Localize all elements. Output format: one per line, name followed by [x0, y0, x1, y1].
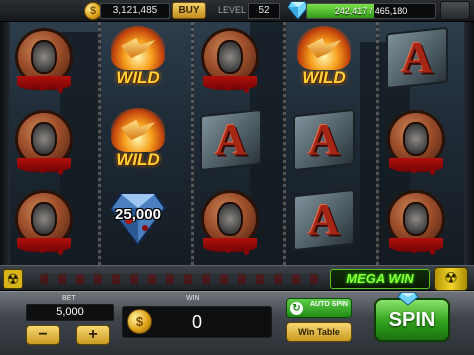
- symbol-metal-a: A: [196, 108, 266, 174]
- bet-value: 5,000: [26, 304, 114, 321]
- symbol-letter: A: [215, 115, 247, 164]
- blood-drip: [430, 246, 435, 255]
- control-panel: BET 5,000 − + WIN 0 $ ↻ AUTO SPIN Win Ta…: [0, 291, 474, 355]
- blood-drip: [226, 84, 231, 91]
- symbol-hole: [31, 202, 57, 236]
- blood-drip: [24, 84, 29, 89]
- blood-drip: [40, 84, 45, 91]
- radiation-barrel-icon: ☢: [434, 267, 468, 291]
- wild-label: WILD: [116, 68, 160, 87]
- wild-label: WILD: [116, 150, 160, 169]
- blood-drip: [58, 166, 63, 175]
- blood-drip: [412, 166, 417, 173]
- symbol-letter: A: [401, 33, 433, 82]
- symbol-diamond-prize: 25,000: [103, 188, 173, 254]
- barbed-wire: [98, 22, 101, 265]
- symbol-hole: [217, 40, 243, 74]
- symbol-metal-a: A: [289, 188, 359, 254]
- symbol-bloody-o: [382, 188, 452, 255]
- level-label: LEVEL: [218, 5, 247, 15]
- blood-drip: [210, 246, 215, 251]
- symbol-bloody-o: [10, 188, 80, 255]
- symbol-wild: WILD: [103, 26, 173, 92]
- blood-drip: [210, 84, 215, 89]
- blood-drip: [244, 84, 249, 93]
- symbol-hole: [217, 202, 243, 236]
- mega-win-banner: MEGA WIN: [330, 269, 430, 289]
- blood-drip: [412, 246, 417, 253]
- buy-button[interactable]: BUY: [172, 2, 206, 19]
- symbol-bloody-o: [382, 108, 452, 175]
- symbol-bloody-o: [10, 26, 80, 93]
- symbol-bloody-o: [10, 108, 80, 175]
- symbol-letter: A: [308, 195, 340, 244]
- refresh-icon: ↻: [290, 302, 303, 315]
- blood-drip: [226, 246, 231, 253]
- blood-drip: [24, 246, 29, 251]
- blood-drip: [24, 166, 29, 171]
- top-bar: $ 3,121,485 BUY LEVEL 52 242,417 / 465,1…: [0, 0, 474, 22]
- symbol-wild: WILD: [289, 26, 359, 92]
- blood-drip: [58, 246, 63, 255]
- symbol-letter: A: [308, 115, 340, 164]
- blood-decoration: [40, 274, 320, 284]
- level-value: 52: [248, 3, 280, 19]
- reel-area: WILD WILD A WILD A A 25,000 A: [0, 22, 474, 265]
- blood-drip: [430, 166, 435, 175]
- barbed-wire: [376, 22, 379, 265]
- blood-drip: [40, 246, 45, 253]
- bet-decrease-button[interactable]: −: [26, 325, 60, 345]
- blood-drip: [58, 84, 63, 93]
- xp-progress-text: 242,417 / 465,180: [334, 6, 408, 16]
- blood-drip: [244, 246, 249, 255]
- menu-button[interactable]: [440, 1, 470, 20]
- win-table-button[interactable]: Win Table: [286, 322, 352, 342]
- prize-amount: 25,000: [115, 206, 161, 223]
- symbol-hole: [31, 40, 57, 74]
- symbol-metal-a: A: [289, 108, 359, 174]
- symbol-wild: WILD: [103, 108, 173, 174]
- blood-drip: [40, 166, 45, 173]
- symbol-bloody-o: [196, 26, 266, 93]
- blood-drip: [396, 166, 401, 171]
- bet-increase-button[interactable]: +: [76, 325, 110, 345]
- radiation-icon: ☢: [3, 269, 23, 289]
- bet-label: BET: [62, 295, 76, 302]
- xp-progress-bar: 242,417 / 465,180: [306, 3, 436, 19]
- symbol-hole: [403, 122, 429, 156]
- symbol-metal-a: A: [382, 26, 452, 92]
- symbol-hole: [403, 202, 429, 236]
- auto-spin-button[interactable]: ↻ AUTO SPIN: [286, 298, 352, 318]
- symbol-hole: [31, 122, 57, 156]
- auto-spin-label: AUTO SPIN: [310, 301, 348, 308]
- coin-balance: 3,121,485: [100, 3, 170, 19]
- blood-drip: [396, 246, 401, 251]
- reel-frame-right: [464, 22, 474, 265]
- coin-icon: $: [127, 309, 152, 334]
- symbol-bloody-o: [196, 188, 266, 255]
- wild-label: WILD: [302, 68, 346, 87]
- reel-frame-left: [0, 22, 10, 265]
- barbed-wire: [191, 22, 194, 265]
- diamond-icon: [397, 292, 419, 306]
- barbed-wire: [283, 22, 286, 265]
- bonus-strip: ☢ MEGA WIN ☢: [0, 265, 474, 291]
- win-label: WIN: [186, 295, 200, 302]
